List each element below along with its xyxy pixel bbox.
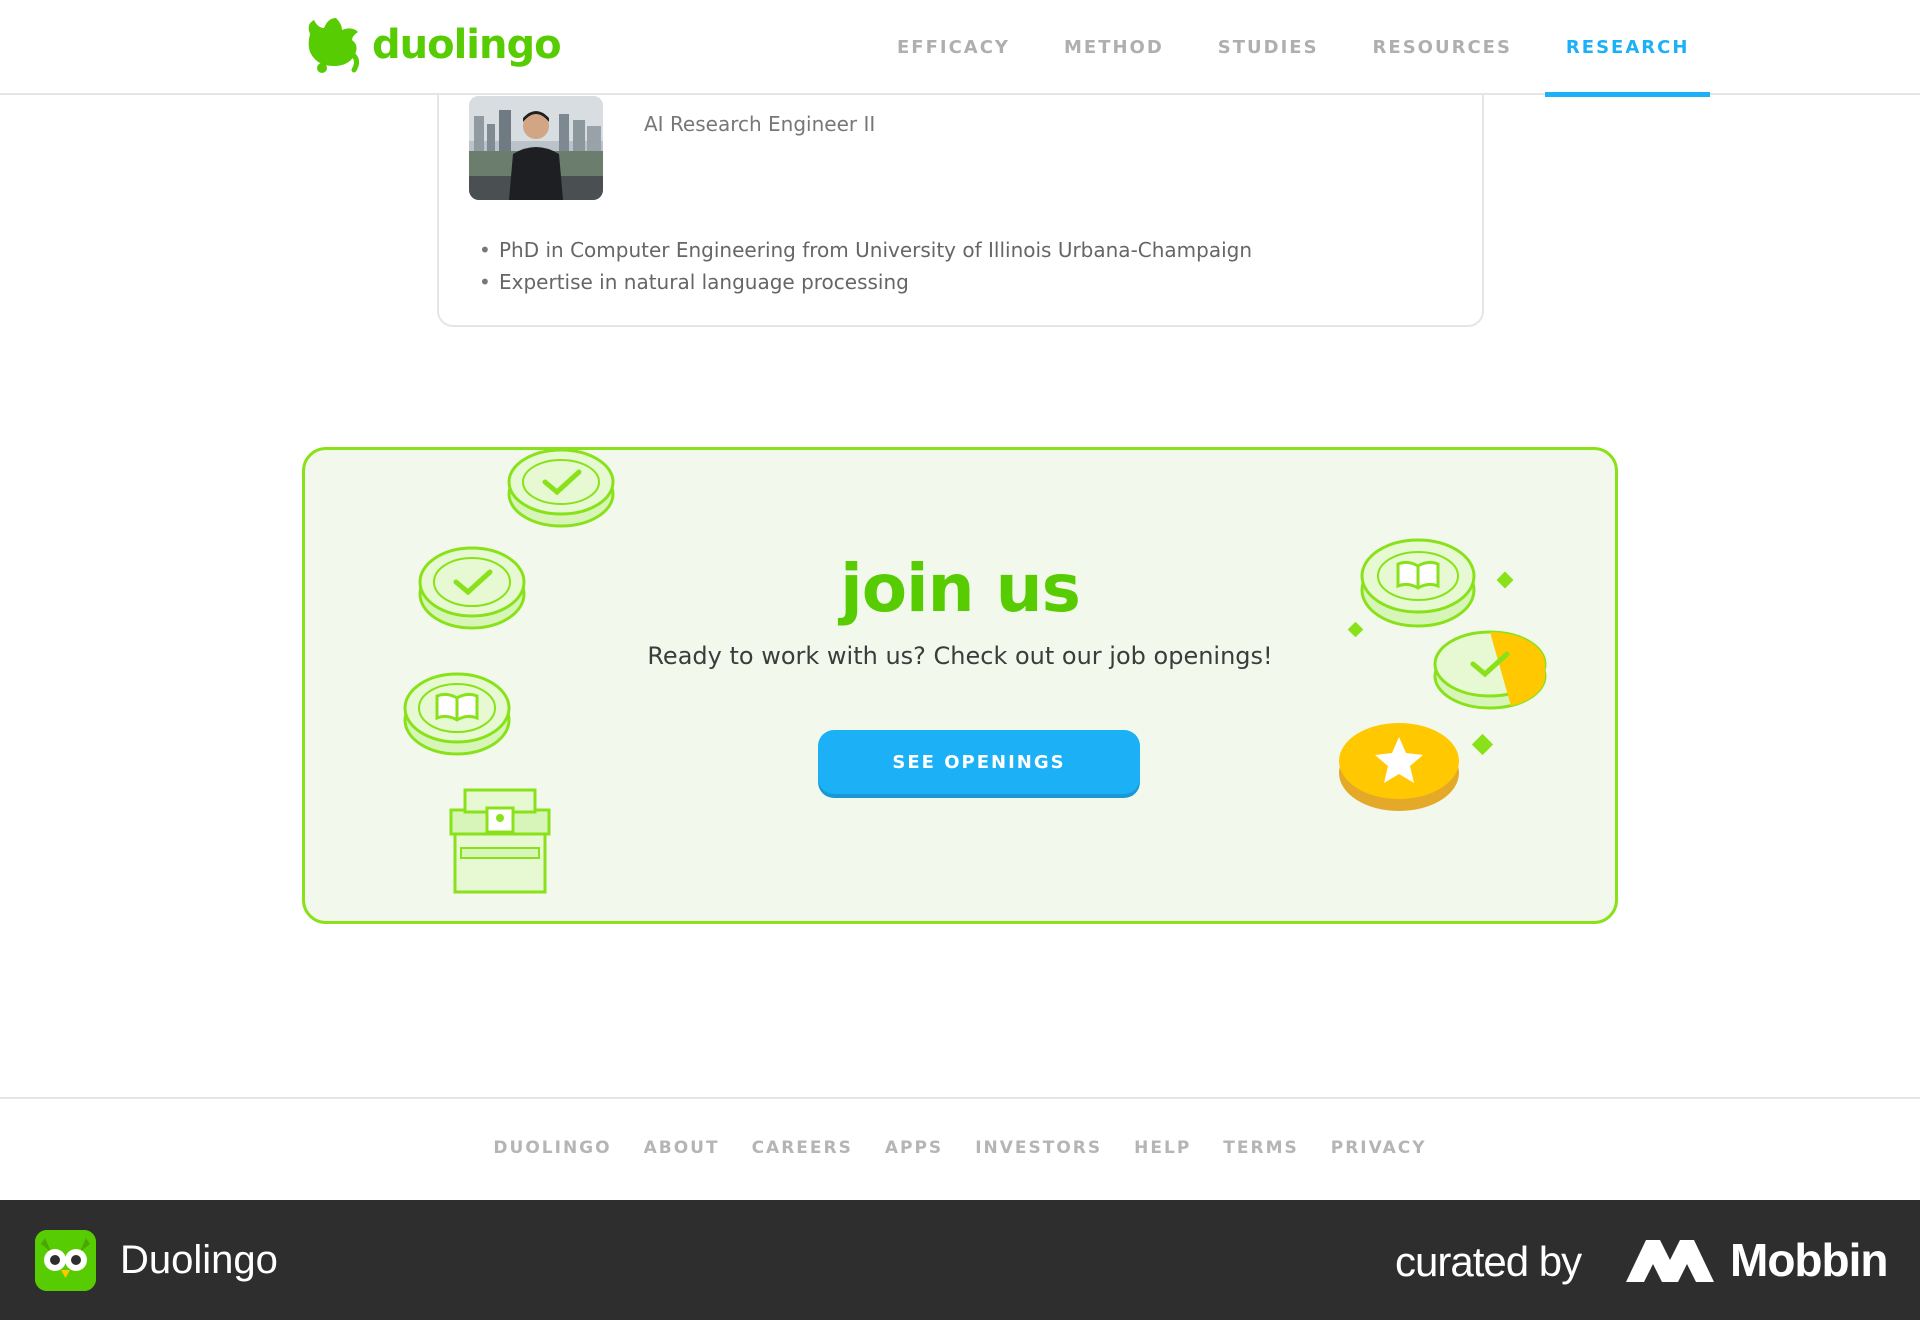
- join-us-text: Ready to work with us? Check out our job…: [647, 642, 1273, 670]
- bullet-item: Expertise in natural language processing: [479, 266, 1252, 298]
- sparkle-icon: [1471, 733, 1494, 756]
- join-us-panel: join us Ready to work with us? Check out…: [302, 447, 1618, 924]
- footer-link-terms[interactable]: TERMS: [1207, 1138, 1314, 1158]
- mobbin-logo-icon: [1626, 1240, 1714, 1282]
- footer-link-help[interactable]: HELP: [1118, 1138, 1207, 1158]
- app-name: Duolingo: [120, 1238, 278, 1282]
- duo-logo-icon: [308, 18, 360, 73]
- logo-wordmark: duolingo: [372, 22, 562, 68]
- nav-method[interactable]: METHOD: [1037, 0, 1191, 95]
- bullet-item: PhD in Computer Engineering from Univers…: [479, 234, 1252, 266]
- nav-resources[interactable]: RESOURCES: [1346, 0, 1539, 95]
- nav-efficacy[interactable]: EFFICACY: [870, 0, 1037, 95]
- main-nav: EFFICACY METHOD STUDIES RESOURCES RESEAR…: [870, 0, 1716, 97]
- nav-research[interactable]: RESEARCH: [1539, 0, 1716, 97]
- footer-link-about[interactable]: ABOUT: [628, 1138, 736, 1158]
- site-header: duolingo EFFICACY METHOD STUDIES RESOURC…: [0, 0, 1920, 97]
- duo-owl-icon: [35, 1230, 96, 1291]
- team-member-role: AI Research Engineer II: [644, 112, 876, 136]
- chest-icon: [449, 788, 551, 894]
- curated-by-label: curated by: [1395, 1238, 1582, 1285]
- join-us-title: join us: [840, 550, 1081, 627]
- team-member-bullets: PhD in Computer Engineering from Univers…: [479, 234, 1252, 298]
- footer-divider: [0, 1097, 1920, 1099]
- see-openings-button[interactable]: SEE OPENINGS: [818, 730, 1140, 794]
- footer-link-investors[interactable]: INVESTORS: [959, 1138, 1118, 1158]
- duolingo-logo[interactable]: duolingo: [302, 16, 562, 74]
- nav-studies[interactable]: STUDIES: [1191, 0, 1346, 95]
- footer-link-apps[interactable]: APPS: [869, 1138, 959, 1158]
- star-coin-icon: [1339, 723, 1459, 811]
- footer-link-duolingo[interactable]: DUOLINGO: [477, 1138, 627, 1158]
- footer-link-careers[interactable]: CAREERS: [736, 1138, 869, 1158]
- mobbin-wordmark: Mobbin: [1730, 1234, 1888, 1286]
- coin-check-icon: [507, 450, 615, 528]
- brand-bar: Duolingo curated by Mobbin: [0, 1200, 1920, 1320]
- footer-link-privacy[interactable]: PRIVACY: [1315, 1138, 1443, 1158]
- team-member-photo: [469, 96, 603, 200]
- footer-nav: DUOLINGO ABOUT CAREERS APPS INVESTORS HE…: [0, 1138, 1920, 1158]
- coin-book-icon: [403, 672, 511, 756]
